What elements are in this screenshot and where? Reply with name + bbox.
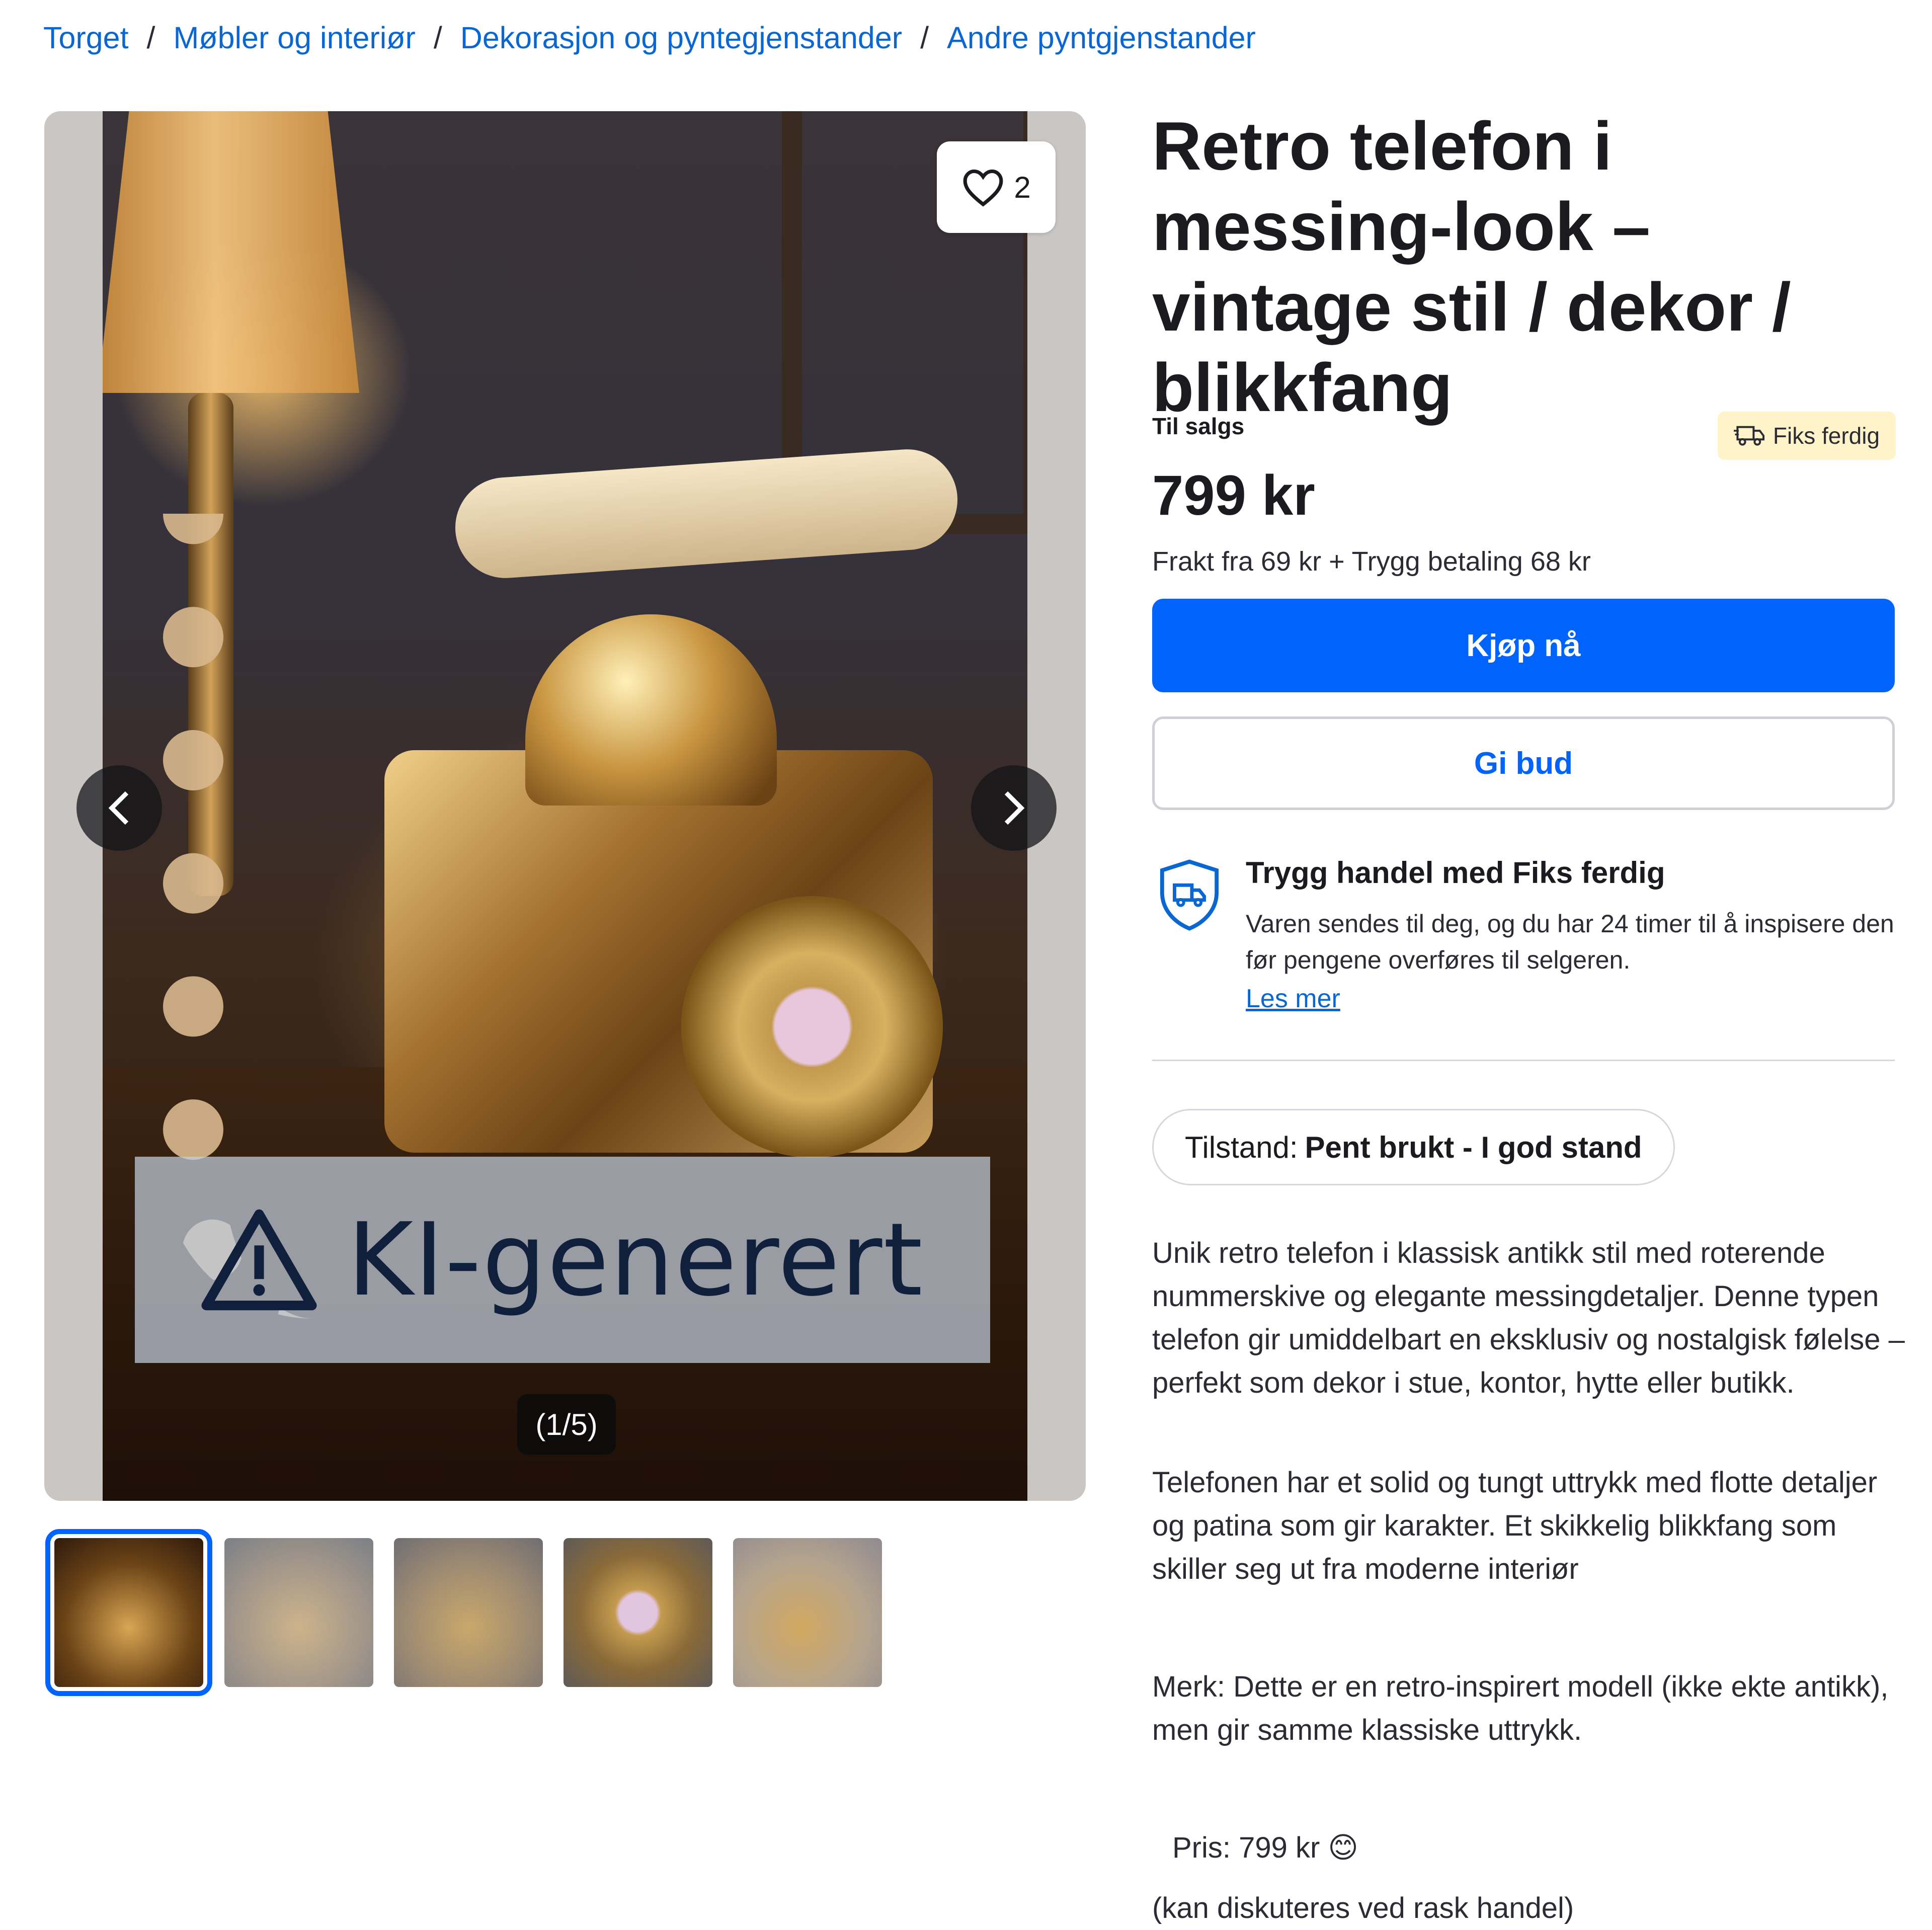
make-offer-button[interactable]: Gi bud bbox=[1152, 716, 1895, 810]
phone-handset bbox=[452, 446, 961, 582]
warning-icon bbox=[201, 1209, 317, 1311]
thumbnail-2[interactable] bbox=[224, 1538, 373, 1687]
shipping-info: Frakt fra 69 kr + Trygg betaling 68 kr bbox=[1152, 546, 1591, 577]
thumbnail-4[interactable] bbox=[564, 1538, 712, 1687]
thumbnail-3[interactable] bbox=[394, 1538, 543, 1687]
description-price: Pris: 799 kr 😊 bbox=[1172, 1831, 1358, 1864]
rotary-dial bbox=[681, 896, 943, 1158]
image-counter: (1/5) bbox=[517, 1394, 616, 1455]
breadcrumb-link-andre[interactable]: Andre pyntgjenstander bbox=[947, 20, 1256, 55]
ai-generated-banner: KI-generert bbox=[135, 1157, 990, 1363]
chevron-left-icon bbox=[108, 791, 129, 825]
image-gallery: 2 KI-generert (1/5) bbox=[44, 111, 1086, 1501]
condition-pill: Tilstand: Pent brukt - I god stand bbox=[1152, 1109, 1675, 1185]
next-image-button[interactable] bbox=[971, 765, 1057, 851]
badge-label: Fiks ferdig bbox=[1773, 423, 1880, 449]
lamp-shade bbox=[103, 111, 359, 393]
ai-generated-label: KI-generert bbox=[347, 1201, 924, 1319]
thumbnail-1[interactable] bbox=[45, 1529, 212, 1696]
description-paragraph-2: Telefonen har et solid og tungt uttrykk … bbox=[1152, 1466, 1878, 1585]
sale-status: Til salgs bbox=[1152, 413, 1245, 439]
thumbnail-5[interactable] bbox=[733, 1538, 882, 1687]
price: 799 kr bbox=[1152, 464, 1315, 527]
description-negotiable: (kan diskuteres ved rask handel) bbox=[1152, 1892, 1574, 1924]
breadcrumb-link-torget[interactable]: Torget bbox=[43, 20, 129, 55]
condition-value: Pent brukt - I god stand bbox=[1305, 1130, 1642, 1164]
description-note: Merk: Dette er en retro-inspirert modell… bbox=[1152, 1670, 1889, 1746]
chevron-right-icon bbox=[1004, 791, 1025, 825]
breadcrumb-link-mobler[interactable]: Møbler og interiør bbox=[174, 20, 416, 55]
phone-bell bbox=[525, 614, 777, 806]
trust-title: Trygg handel med Fiks ferdig bbox=[1246, 856, 1665, 890]
buy-now-button[interactable]: Kjøp nå bbox=[1152, 599, 1895, 692]
favorite-button[interactable]: 2 bbox=[937, 141, 1056, 233]
breadcrumb-link-dekorasjon[interactable]: Dekorasjon og pyntegjenstander bbox=[460, 20, 902, 55]
breadcrumb-separator: / bbox=[433, 21, 442, 55]
breadcrumb-separator: / bbox=[920, 21, 929, 55]
fiks-ferdig-badge: Fiks ferdig bbox=[1718, 412, 1896, 460]
breadcrumb: Torget / Møbler og interiør / Dekorasjon… bbox=[43, 20, 1256, 55]
condition-label: Tilstand: bbox=[1185, 1130, 1298, 1164]
description-paragraph-1: Unik retro telefon i klassisk antikk sti… bbox=[1152, 1237, 1905, 1399]
favorite-count: 2 bbox=[1014, 170, 1031, 204]
listing-title: Retro telefon i messing-look – vintage s… bbox=[1152, 108, 1791, 426]
divider bbox=[1152, 1060, 1895, 1061]
previous-image-button[interactable] bbox=[76, 765, 162, 851]
delivery-truck-icon bbox=[1733, 426, 1764, 446]
breadcrumb-separator: / bbox=[146, 21, 155, 55]
trust-description: Varen sendes til deg, og du har 24 timer… bbox=[1246, 910, 1894, 974]
shield-truck-icon bbox=[1160, 859, 1219, 931]
heart-icon bbox=[963, 169, 1003, 207]
read-more-link[interactable]: Les mer bbox=[1246, 984, 1340, 1014]
